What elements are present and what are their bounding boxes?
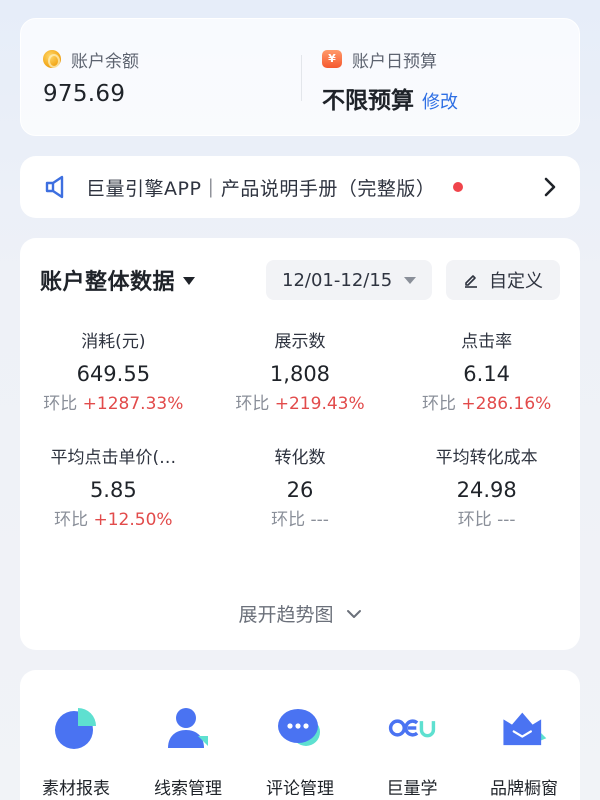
metric-impressions[interactable]: 展示数 1,808 环比 +219.43% bbox=[207, 330, 394, 416]
unread-dot bbox=[453, 182, 464, 192]
metric-delta: --- bbox=[310, 510, 329, 530]
metric-value: 24.98 bbox=[456, 478, 517, 502]
tool-label: 评论管理 bbox=[266, 779, 334, 799]
tool-lead-management[interactable]: 线索管理 bbox=[132, 704, 244, 799]
metric-delta: --- bbox=[497, 510, 516, 530]
metric-compare: 环比 --- bbox=[393, 508, 580, 532]
custom-label: 自定义 bbox=[489, 271, 543, 292]
date-range-value: 12/01-12/15 bbox=[282, 269, 393, 291]
metric-ctr[interactable]: 点击率 6.14 环比 +286.16% bbox=[393, 330, 580, 416]
chat-bubble-icon bbox=[278, 709, 320, 746]
tool-ocean-learn[interactable]: 巨量学 bbox=[356, 704, 468, 799]
metric-delta: +1287.33% bbox=[82, 394, 184, 414]
daily-budget-row: 不限预算 修改 bbox=[322, 81, 579, 115]
metric-compare: 环比 +219.43% bbox=[207, 392, 394, 416]
title-caret-down-icon[interactable] bbox=[183, 277, 196, 285]
balance-value: 975.69 bbox=[43, 81, 126, 107]
chevron-down-icon bbox=[346, 609, 361, 618]
metric-avg-cpc[interactable]: 平均点击单价(… 5.85 环比 +12.50% bbox=[20, 446, 207, 532]
tool-label: 线索管理 bbox=[154, 779, 222, 799]
daily-budget-value: 不限预算 bbox=[322, 88, 414, 114]
metric-compare: 环比 +1287.33% bbox=[20, 392, 207, 416]
account-balance-card: 账户余额 975.69 ¥ 账户日预算 不限预算 修改 bbox=[20, 18, 580, 136]
metric-label: 点击率 bbox=[461, 332, 513, 352]
pencil-icon bbox=[465, 275, 477, 288]
metric-avg-conversion-cost[interactable]: 平均转化成本 24.98 环比 --- bbox=[393, 446, 580, 532]
modify-budget-link[interactable]: 修改 bbox=[422, 88, 458, 114]
expand-trend-label: 展开趋势图 bbox=[238, 604, 334, 626]
metric-conversions[interactable]: 转化数 26 环比 --- bbox=[207, 446, 394, 532]
metric-value: 1,808 bbox=[269, 362, 331, 386]
balance-section: 账户余额 975.69 bbox=[21, 19, 300, 135]
tool-material-report[interactable]: 素材报表 bbox=[20, 704, 132, 799]
date-range-select[interactable]: 12/01-12/15 bbox=[266, 260, 432, 300]
metric-compare: 环比 +12.50% bbox=[20, 508, 207, 532]
tool-comment-management[interactable]: 评论管理 bbox=[244, 704, 356, 799]
account-data-card: 账户整体数据 12/01-12/15 自定义 消耗(元) 649.55 环比 +… bbox=[20, 238, 580, 650]
compare-prefix: 环比 bbox=[54, 510, 89, 530]
speaker-icon bbox=[45, 175, 64, 199]
daily-budget-section: ¥ 账户日预算 不限预算 修改 bbox=[300, 19, 579, 135]
expand-trend-button[interactable]: 展开趋势图 bbox=[20, 600, 580, 627]
date-caret-down-icon bbox=[404, 276, 416, 284]
metric-delta: +12.50% bbox=[93, 510, 173, 530]
metric-value: 5.85 bbox=[89, 478, 137, 502]
tool-label: 巨量学 bbox=[386, 779, 438, 799]
metric-value: 26 bbox=[286, 478, 314, 502]
metric-cost[interactable]: 消耗(元) 649.55 环比 +1287.33% bbox=[20, 330, 207, 416]
data-header: 账户整体数据 12/01-12/15 自定义 bbox=[40, 260, 560, 300]
metric-compare: 环比 +286.16% bbox=[393, 392, 580, 416]
metric-delta: +219.43% bbox=[274, 394, 365, 414]
metric-label: 平均点击单价(… bbox=[50, 448, 177, 468]
balance-label-row: 账户余额 bbox=[43, 47, 300, 72]
balance-label: 账户余额 bbox=[71, 51, 139, 72]
daily-budget-label: 账户日预算 bbox=[352, 51, 437, 72]
metric-label: 转化数 bbox=[274, 448, 326, 468]
custom-button[interactable]: 自定义 bbox=[446, 260, 560, 300]
daily-budget-label-row: ¥ 账户日预算 bbox=[322, 47, 579, 72]
tool-brand-showcase[interactable]: 品牌橱窗 bbox=[468, 704, 580, 799]
compare-prefix: 环比 bbox=[457, 510, 492, 530]
compare-prefix: 环比 bbox=[43, 394, 78, 414]
user-icon bbox=[168, 708, 208, 748]
metrics-grid: 消耗(元) 649.55 环比 +1287.33% 展示数 1,808 环比 +… bbox=[20, 330, 580, 532]
pie-chart-icon bbox=[55, 708, 96, 749]
notice-text: 巨量引擎APP｜产品说明手册（完整版） bbox=[86, 177, 436, 200]
metric-value: 6.14 bbox=[463, 362, 511, 386]
tool-label: 品牌橱窗 bbox=[490, 779, 558, 799]
tool-label: 素材报表 bbox=[42, 779, 110, 799]
compare-prefix: 环比 bbox=[235, 394, 270, 414]
metric-label: 平均转化成本 bbox=[435, 448, 538, 468]
chevron-right-icon[interactable] bbox=[542, 176, 558, 198]
compare-prefix: 环比 bbox=[422, 394, 457, 414]
oceanengine-logo-icon bbox=[388, 719, 436, 738]
notice-bar[interactable]: 巨量引擎APP｜产品说明手册（完整版） bbox=[20, 156, 580, 218]
coin-icon bbox=[43, 50, 61, 68]
crown-mail-icon bbox=[503, 712, 547, 746]
compare-prefix: 环比 bbox=[271, 510, 306, 530]
metric-value: 649.55 bbox=[76, 362, 151, 386]
metric-compare: 环比 --- bbox=[207, 508, 394, 532]
tools-card: 素材报表 线索管理 评论管理 巨量学 品牌橱窗 bbox=[20, 670, 580, 800]
metric-label: 消耗(元) bbox=[81, 332, 146, 352]
budget-wallet-icon: ¥ bbox=[322, 50, 342, 68]
data-title[interactable]: 账户整体数据 bbox=[40, 264, 175, 296]
metric-label: 展示数 bbox=[274, 332, 326, 352]
metric-delta: +286.16% bbox=[461, 394, 552, 414]
tools-grid: 素材报表 线索管理 评论管理 巨量学 品牌橱窗 bbox=[20, 704, 580, 799]
